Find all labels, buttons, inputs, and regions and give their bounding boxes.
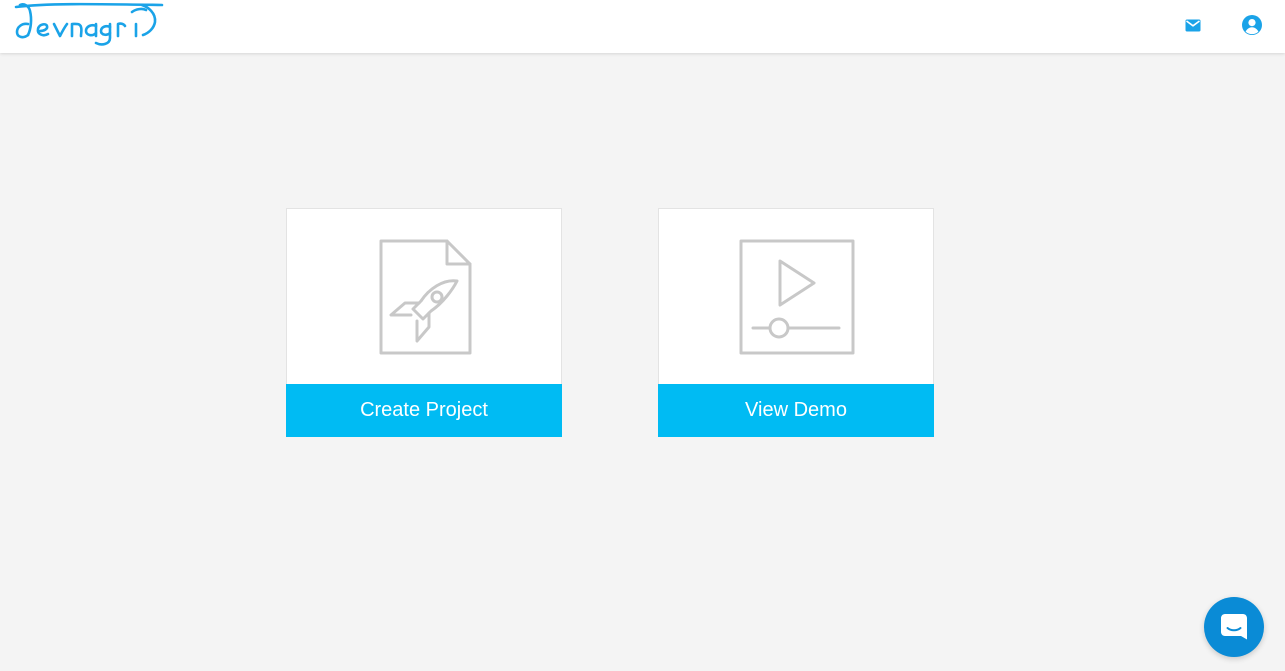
top-bar [0, 0, 1285, 53]
card-illustration [659, 209, 933, 384]
create-project-card[interactable]: Create Project [286, 208, 562, 437]
chat-bubble-icon [1221, 614, 1247, 640]
create-project-button[interactable]: Create Project [286, 384, 562, 437]
view-demo-card[interactable]: View Demo [658, 208, 934, 437]
devnagri-logo[interactable] [14, 0, 164, 46]
card-illustration [287, 209, 561, 384]
chat-launcher-button[interactable] [1204, 597, 1264, 657]
view-demo-button[interactable]: View Demo [658, 384, 934, 437]
mail-icon[interactable] [1182, 14, 1204, 36]
rocket-document-icon [379, 239, 472, 355]
account-circle-icon[interactable] [1241, 14, 1263, 36]
video-player-icon [739, 239, 855, 355]
